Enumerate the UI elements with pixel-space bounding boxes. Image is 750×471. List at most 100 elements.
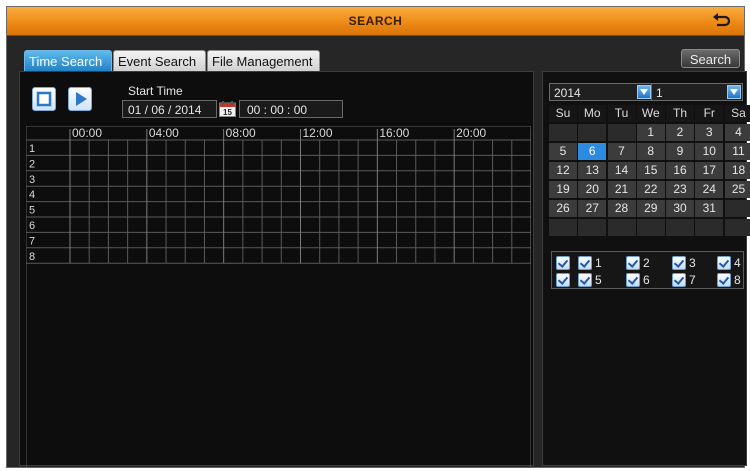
- year-value: 2014: [554, 86, 581, 100]
- calendar-day[interactable]: 22: [636, 181, 665, 198]
- chevron-down-icon[interactable]: [727, 85, 741, 99]
- checkbox-icon: [556, 256, 570, 270]
- calendar-day[interactable]: 24: [695, 181, 724, 198]
- calendar-day[interactable]: 14: [607, 162, 636, 179]
- stop-button[interactable]: [32, 87, 56, 111]
- start-time-field[interactable]: 00 : 00 : 00: [239, 100, 343, 118]
- calendar-day[interactable]: 25: [724, 181, 750, 198]
- checkbox-icon: [672, 273, 686, 287]
- weekday-header: Sa: [724, 105, 750, 122]
- calendar-day[interactable]: 2: [666, 124, 694, 141]
- time-search-panel: Start Time 01 / 06 / 2014 15 00 : 00 : 0…: [19, 71, 534, 468]
- channel-checkbox-label: 2: [643, 256, 650, 270]
- timeline-channel-label: 5: [29, 205, 35, 217]
- checkbox-icon: [717, 256, 731, 270]
- calendar-empty-cell: [549, 124, 577, 141]
- calendar-day[interactable]: 21: [607, 181, 636, 198]
- calendar-day[interactable]: 8: [636, 143, 665, 160]
- channel-checkbox-label: 7: [689, 273, 696, 287]
- calendar-icon-day: 15: [223, 108, 232, 117]
- calendar-day[interactable]: 18: [724, 162, 750, 179]
- calendar-empty-cell: [578, 124, 607, 141]
- calendar-empty-cell: [636, 219, 665, 236]
- calendar-day[interactable]: 11: [724, 143, 750, 160]
- calendar-day[interactable]: 7: [607, 143, 636, 160]
- timeline-channel-label: 7: [29, 235, 35, 247]
- calendar-day[interactable]: 12: [549, 162, 577, 179]
- calendar-empty-cell: [607, 219, 636, 236]
- start-date-field[interactable]: 01 / 06 / 2014: [122, 100, 217, 118]
- calendar-day[interactable]: 4: [724, 124, 750, 141]
- calendar-day[interactable]: 30: [666, 200, 694, 217]
- timeline-channel-label: 3: [29, 174, 35, 186]
- calendar-empty-cell: [724, 219, 750, 236]
- calendar-day[interactable]: 10: [695, 143, 724, 160]
- calendar-empty-cell: [549, 219, 577, 236]
- timeline-hour-label: 00:00: [72, 126, 102, 140]
- calendar-empty-cell: [578, 219, 607, 236]
- channel-checkbox-label: 8: [734, 273, 741, 287]
- calendar-day[interactable]: 27: [578, 200, 607, 217]
- month-select[interactable]: 1: [651, 83, 743, 101]
- calendar-empty-cell: [724, 200, 750, 217]
- calendar-icon[interactable]: 15: [219, 101, 236, 117]
- calendar-day[interactable]: 16: [666, 162, 694, 179]
- timeline-hour-label: 16:00: [379, 126, 409, 140]
- calendar-day-selected[interactable]: 6: [578, 143, 607, 160]
- timeline-channel-label: 6: [29, 220, 35, 232]
- weekday-header: Fr: [695, 105, 724, 122]
- timeline-hour-label: 04:00: [149, 126, 179, 140]
- calendar-day[interactable]: 3: [695, 124, 724, 141]
- title-bar: SEARCH: [7, 7, 744, 36]
- back-icon[interactable]: [710, 11, 732, 31]
- checkbox-icon: [626, 273, 640, 287]
- weekday-header: Th: [666, 105, 694, 122]
- weekday-header: Su: [549, 105, 577, 122]
- timeline-hour-label: 08:00: [226, 126, 256, 140]
- checkbox-icon: [626, 256, 640, 270]
- play-button[interactable]: [68, 87, 92, 111]
- weekday-header: We: [636, 105, 665, 122]
- calendar-day[interactable]: 20: [578, 181, 607, 198]
- calendar-day[interactable]: 5: [549, 143, 577, 160]
- calendar-panel: 2014 1 Su Mo Tu We Th Fr Sa 1 2 3 4 5 6 7 8 9 10 11 12 13 14…: [542, 71, 750, 466]
- chevron-down-icon[interactable]: [637, 85, 651, 99]
- channel-checkbox-group: 1 2 3 4 5 6 7 8: [551, 251, 744, 289]
- checkbox-icon: [578, 256, 592, 270]
- calendar-day[interactable]: 26: [549, 200, 577, 217]
- calendar-day[interactable]: 28: [607, 200, 636, 217]
- calendar-empty-cell: [666, 219, 694, 236]
- calendar-day[interactable]: 29: [636, 200, 665, 217]
- year-select[interactable]: 2014: [549, 83, 653, 101]
- timeline-hour-label: 12:00: [303, 126, 333, 140]
- timeline-channel-label: 8: [29, 251, 35, 263]
- play-icon: [76, 92, 87, 106]
- calendar-day[interactable]: 31: [695, 200, 724, 217]
- tab-file-management[interactable]: File Management: [207, 50, 320, 72]
- calendar-day[interactable]: 13: [578, 162, 607, 179]
- calendar-day[interactable]: 23: [666, 181, 694, 198]
- checkbox-icon: [672, 256, 686, 270]
- calendar-day[interactable]: 1: [636, 124, 665, 141]
- weekday-header: Tu: [607, 105, 636, 122]
- tab-time-search[interactable]: Time Search: [24, 50, 112, 72]
- timeline-grid[interactable]: 00:00 04:00 08:00 12:00 16:00 20:00 1 2 3 4 5 6 7 8: [26, 126, 531, 468]
- channel-checkbox-label: 4: [734, 256, 741, 270]
- checkbox-icon: [556, 273, 570, 287]
- channel-checkbox-label: 6: [643, 273, 650, 287]
- month-value: 1: [656, 86, 663, 100]
- tab-event-search[interactable]: Event Search: [113, 50, 206, 72]
- calendar-day[interactable]: 17: [695, 162, 724, 179]
- search-button[interactable]: Search: [681, 49, 740, 68]
- calendar-day[interactable]: 19: [549, 181, 577, 198]
- timeline-channel-label: 1: [29, 143, 35, 155]
- weekday-header: Mo: [578, 105, 607, 122]
- channel-checkbox-label: 1: [595, 256, 602, 270]
- calendar-day[interactable]: 15: [636, 162, 665, 179]
- timeline-hour-label: 20:00: [456, 126, 486, 140]
- calendar-empty-cell: [695, 219, 724, 236]
- start-time-label: Start Time: [128, 84, 183, 98]
- channel-checkbox-label: 3: [689, 256, 696, 270]
- timeline-channel-label: 2: [29, 158, 35, 170]
- calendar-day[interactable]: 9: [666, 143, 694, 160]
